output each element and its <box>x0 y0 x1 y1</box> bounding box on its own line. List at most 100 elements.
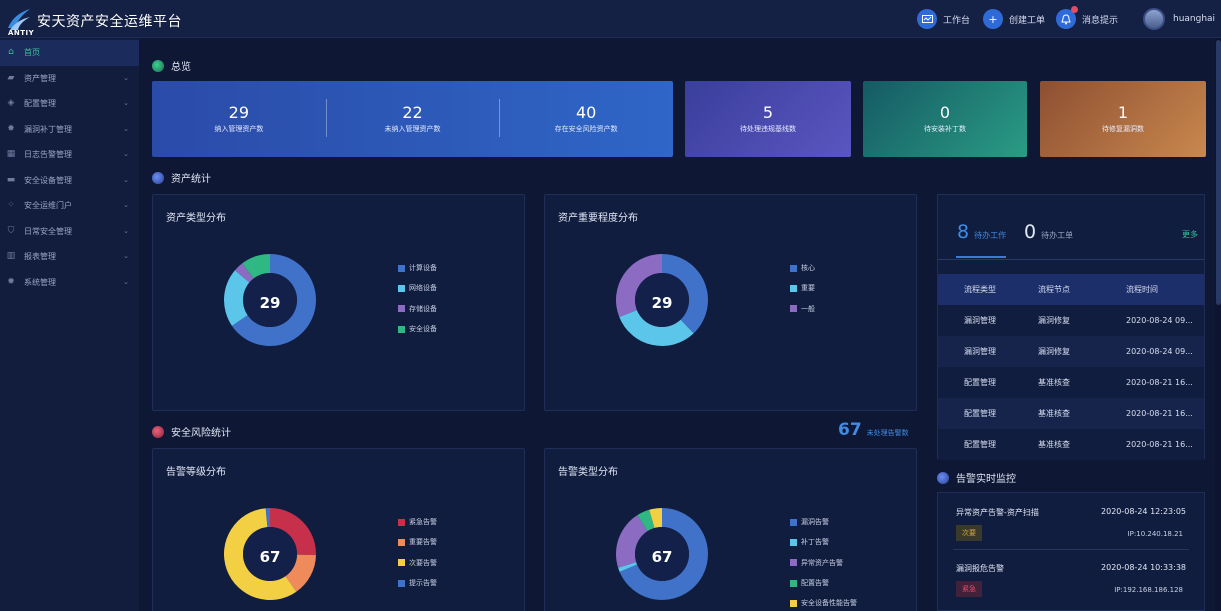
sidebar-item-1[interactable]: ▰ 资产管理 ⌄ <box>0 66 139 92</box>
sidebar-item-4[interactable]: ▦ 日志告警管理 ⌄ <box>0 142 139 168</box>
stat-risk-assets[interactable]: 40 存在安全风险资产数 <box>499 81 673 157</box>
risk-stats-section-title: 安全风险统计 <box>152 424 231 439</box>
legend-item[interactable]: 紧急告警 <box>398 512 437 532</box>
chevron-down-icon: ⌄ <box>123 252 129 260</box>
sidebar-item-5[interactable]: ▬ 安全设备管理 ⌄ <box>0 168 139 194</box>
legend-label: 提示告警 <box>409 579 437 588</box>
legend-item[interactable]: 配置告警 <box>790 573 857 593</box>
sidebar-item-label: 系统管理 <box>24 277 56 287</box>
legend-item[interactable]: 网络设备 <box>398 278 437 298</box>
table-cell: 漏洞管理 <box>964 347 996 356</box>
stat-managed-assets[interactable]: 29 纳入管理资产数 <box>152 81 326 157</box>
legend-item[interactable]: 漏洞告警 <box>790 512 857 532</box>
stat-unmanaged-assets[interactable]: 22 未纳入管理资产数 <box>325 81 500 157</box>
sidebar-item-2[interactable]: ◈ 配置管理 ⌄ <box>0 91 139 117</box>
legend-label: 一般 <box>801 304 815 313</box>
asset-importance-panel: 资产重要程度分布 29 核心 重要 一般 <box>544 194 917 411</box>
legend-swatch <box>398 305 405 313</box>
create-order-label: 创建工单 <box>1009 15 1046 26</box>
risk-stats-title: 安全风险统计 <box>171 428 231 439</box>
legend-item[interactable]: 次要告警 <box>398 553 437 573</box>
legend-label: 计算设备 <box>409 264 437 273</box>
tab-pending-work[interactable]: 8 待办工作 <box>957 223 1006 242</box>
legend-label: 存储设备 <box>409 304 437 313</box>
asset-type-panel: 资产类型分布 29 计算设备 网络设备 存储设备 安全设备 <box>152 194 525 411</box>
table-row[interactable]: 配置管理 基准核查 2020-08-21 16... <box>938 367 1204 398</box>
monitor-icon: ▬ <box>6 174 16 185</box>
severity-badge: 紧急 <box>956 581 982 597</box>
gear-icon: ✹ <box>7 276 15 287</box>
stat-card-patches[interactable]: 0 待安装补丁数 <box>863 81 1027 157</box>
folder-icon: ▰ <box>7 72 15 83</box>
tab-pending-orders[interactable]: 0 待办工单 <box>1024 223 1073 242</box>
legend-label: 紧急告警 <box>409 518 437 527</box>
sidebar-item-3[interactable]: ✸ 漏洞补丁管理 ⌄ <box>0 117 139 143</box>
donut-total: 67 <box>651 548 673 566</box>
legend-item[interactable]: 核心 <box>790 258 815 278</box>
legend-item[interactable]: 补丁告警 <box>790 532 857 552</box>
table-row[interactable]: 漏洞管理 漏洞修复 2020-08-24 09... <box>938 305 1204 336</box>
column-header: 流程节点 <box>1038 285 1070 294</box>
sidebar-item-label: 配置管理 <box>24 99 56 109</box>
workbench-button[interactable]: 工作台 <box>917 8 970 30</box>
asset-type-legend: 计算设备网络设备存储设备安全设备 <box>398 258 437 339</box>
unprocessed-alarm-count[interactable]: 67 未处理告警数 <box>838 421 909 439</box>
table-cell: 2020-08-21 16... <box>1126 440 1193 449</box>
sidebar-item-label: 首页 <box>24 48 40 58</box>
stat-value: 22 <box>402 103 423 122</box>
stat-label: 待安装补丁数 <box>924 125 966 133</box>
legend-label: 补丁告警 <box>801 538 829 547</box>
scrollbar-thumb[interactable] <box>1216 40 1221 305</box>
more-link[interactable]: 更多 <box>1182 229 1198 240</box>
legend-item[interactable]: 异常资产告警 <box>790 553 857 573</box>
sidebar-item-8[interactable]: ▥ 报表管理 ⌄ <box>0 244 139 270</box>
chevron-down-icon: ⌄ <box>123 150 129 158</box>
legend-item[interactable]: 计算设备 <box>398 258 437 278</box>
table-row[interactable]: 配置管理 基准核查 2020-08-21 16... <box>938 398 1204 429</box>
active-tab-indicator <box>956 256 1006 258</box>
legend-item[interactable]: 存储设备 <box>398 299 437 319</box>
stat-card-vulns[interactable]: 1 待修复漏洞数 <box>1040 81 1206 157</box>
legend-item[interactable]: 重要告警 <box>398 532 437 552</box>
workbench-label: 工作台 <box>943 15 971 26</box>
user-menu[interactable]: huanghai <box>1143 7 1215 31</box>
grid-icon: ⁘ <box>7 200 15 211</box>
monitor-title: 告警实时监控 <box>956 474 1016 485</box>
stat-label: 纳入管理资产数 <box>214 125 264 133</box>
legend-label: 核心 <box>801 264 815 273</box>
pending-label: 待办工作 <box>974 231 1007 240</box>
table-row[interactable]: 漏洞管理 漏洞修复 2020-08-24 09... <box>938 336 1204 367</box>
messages-button[interactable]: 消息提示 <box>1056 6 1118 30</box>
alarm-item[interactable]: 漏洞报危告警 2020-08-24 10:33:38 紧急 IP:192.168… <box>956 563 1186 611</box>
stat-label: 待处理违规基线数 <box>740 125 796 133</box>
sidebar-item-6[interactable]: ⁘ 安全运维门户 ⌄ <box>0 193 139 219</box>
legend-item[interactable]: 安全设备性能告警 <box>790 593 857 611</box>
sidebar: ⌂ 首页 ▰ 资产管理 ⌄ ◈ 配置管理 ⌄ ✸ 漏洞补丁管理 ⌄ ▦ 日志告警管理 ⌄ ▬ 安全设备管理 ⌄ ⁘… <box>0 38 139 611</box>
stat-label: 未纳入管理资产数 <box>384 125 441 133</box>
stat-card-baseline[interactable]: 5 待处理违规基线数 <box>685 81 851 157</box>
alarm-count-label: 未处理告警数 <box>866 429 909 437</box>
divider <box>953 549 1189 550</box>
logo-text: ANTIY <box>8 29 35 37</box>
legend-label: 安全设备 <box>409 325 437 334</box>
alarm-level-panel: 告警等级分布 67 紧急告警 重要告警 次要告警 提示告警 <box>152 448 525 611</box>
table-row[interactable]: 配置管理 基准核查 2020-08-21 16... <box>938 429 1204 460</box>
create-order-button[interactable]: + 创建工单 <box>983 8 1045 30</box>
sidebar-item-label: 日志告警管理 <box>24 150 72 160</box>
stat-value: 1 <box>1117 103 1129 122</box>
legend-swatch <box>790 518 797 526</box>
sidebar-item-9[interactable]: ✹ 系统管理 ⌄ <box>0 270 139 296</box>
sidebar-item-label: 漏洞补丁管理 <box>24 124 72 134</box>
legend-item[interactable]: 提示告警 <box>398 573 437 593</box>
sidebar-item-0[interactable]: ⌂ 首页 <box>0 40 139 66</box>
table-cell: 2020-08-21 16... <box>1126 409 1193 418</box>
donut-total: 29 <box>651 294 673 312</box>
chevron-down-icon: ⌄ <box>123 99 129 107</box>
legend-label: 网络设备 <box>409 284 437 293</box>
legend-item[interactable]: 安全设备 <box>398 319 437 339</box>
legend-item[interactable]: 重要 <box>790 278 815 298</box>
asset-stats-title: 资产统计 <box>171 174 211 185</box>
sidebar-item-7[interactable]: ⛉ 日常安全管理 ⌄ <box>0 219 139 245</box>
chevron-down-icon: ⌄ <box>123 277 129 286</box>
legend-item[interactable]: 一般 <box>790 299 815 319</box>
